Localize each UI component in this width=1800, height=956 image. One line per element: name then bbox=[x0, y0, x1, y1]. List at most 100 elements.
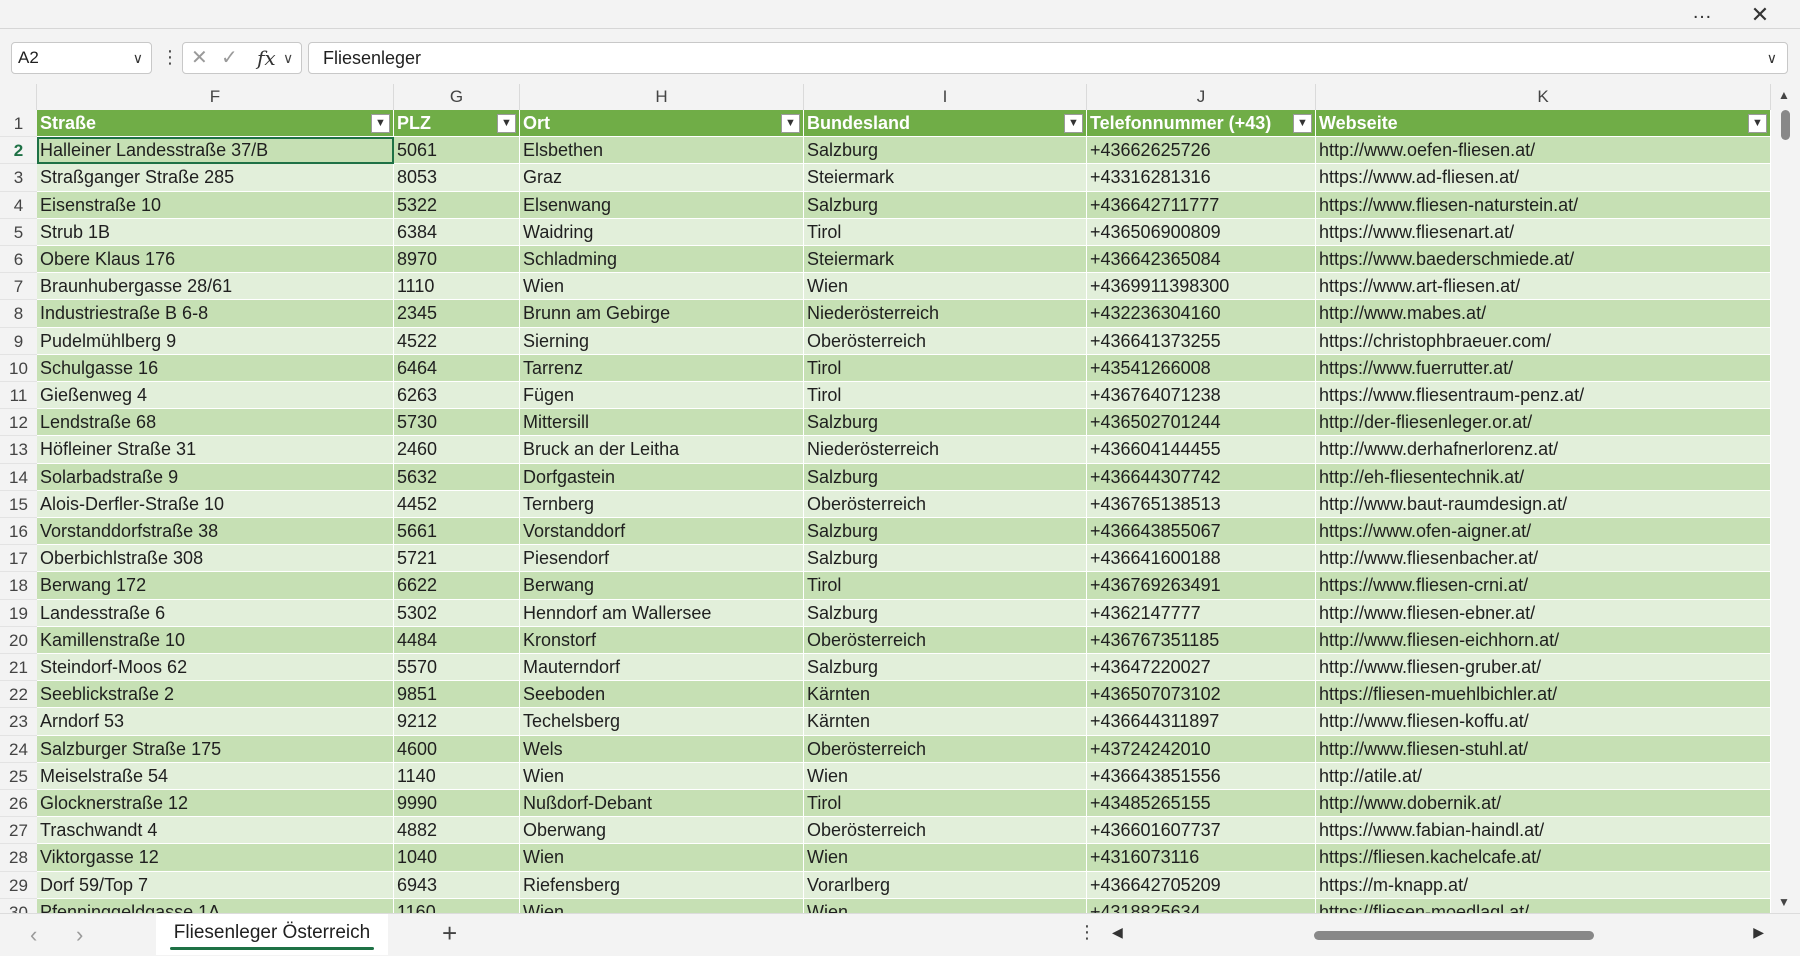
table-cell[interactable]: Mittersill bbox=[520, 409, 804, 437]
table-cell[interactable]: 5730 bbox=[394, 409, 520, 437]
table-cell[interactable]: 2345 bbox=[394, 300, 520, 328]
table-cell[interactable]: 9990 bbox=[394, 790, 520, 818]
filter-dropdown-icon[interactable]: ▼ bbox=[781, 114, 800, 133]
row-number[interactable]: 5 bbox=[0, 218, 37, 246]
table-cell[interactable]: Oberwang bbox=[520, 817, 804, 845]
table-cell[interactable]: Steiermark bbox=[804, 164, 1087, 192]
table-cell[interactable]: Traschwandt 4 bbox=[37, 817, 394, 845]
table-cell[interactable]: Salzburger Straße 175 bbox=[37, 735, 394, 763]
row-number[interactable]: 17 bbox=[0, 545, 37, 573]
header-cell[interactable]: Telefonnummer (+43) ▼ bbox=[1087, 110, 1316, 138]
column-header-j[interactable]: J bbox=[1087, 84, 1316, 110]
table-cell[interactable]: http://www.baut-raumdesign.at/ bbox=[1316, 490, 1771, 518]
table-cell[interactable]: +436601607737 bbox=[1087, 817, 1316, 845]
table-cell[interactable]: +436765138513 bbox=[1087, 490, 1316, 518]
header-cell[interactable]: Webseite ▼ bbox=[1316, 110, 1771, 138]
table-cell[interactable]: Pfenninggeldgasse 1A bbox=[37, 898, 394, 913]
table-cell[interactable]: http://www.fliesen-gruber.at/ bbox=[1316, 654, 1771, 682]
row-number[interactable]: 10 bbox=[0, 354, 37, 382]
table-cell[interactable]: Alois-Derfler-Straße 10 bbox=[37, 490, 394, 518]
table-cell[interactable]: Salzburg bbox=[804, 654, 1087, 682]
table-cell[interactable]: http://www.fliesen-koffu.at/ bbox=[1316, 708, 1771, 736]
check-icon[interactable]: ✓ bbox=[221, 43, 238, 73]
table-cell[interactable]: https://christophbraeuer.com/ bbox=[1316, 327, 1771, 355]
table-cell[interactable]: Sierning bbox=[520, 327, 804, 355]
table-cell[interactable]: Mauterndorf bbox=[520, 654, 804, 682]
table-cell[interactable]: Steiermark bbox=[804, 246, 1087, 274]
column-header-i[interactable]: I bbox=[804, 84, 1087, 110]
table-cell[interactable]: Viktorgasse 12 bbox=[37, 844, 394, 872]
table-cell[interactable]: +4316073116 bbox=[1087, 844, 1316, 872]
column-header-f[interactable]: F bbox=[37, 84, 394, 110]
vertical-scrollbar[interactable]: ▲ ▼ bbox=[1771, 84, 1800, 913]
table-cell[interactable]: 5322 bbox=[394, 191, 520, 219]
table-cell[interactable]: Wien bbox=[520, 762, 804, 790]
header-cell[interactable]: Ort ▼ bbox=[520, 110, 804, 138]
table-cell[interactable]: Obere Klaus 176 bbox=[37, 246, 394, 274]
table-cell[interactable]: Nußdorf-Debant bbox=[520, 790, 804, 818]
row-number[interactable]: 22 bbox=[0, 681, 37, 709]
table-cell[interactable]: Wien bbox=[804, 898, 1087, 913]
table-cell[interactable]: +43662625726 bbox=[1087, 137, 1316, 165]
table-cell[interactable]: Salzburg bbox=[804, 409, 1087, 437]
table-cell[interactable]: http://eh-fliesentechnik.at/ bbox=[1316, 463, 1771, 491]
table-cell[interactable]: 6464 bbox=[394, 354, 520, 382]
table-cell[interactable]: Höfleiner Straße 31 bbox=[37, 436, 394, 464]
row-number[interactable]: 29 bbox=[0, 871, 37, 899]
table-cell[interactable]: https://www.fliesenart.at/ bbox=[1316, 218, 1771, 246]
table-cell[interactable]: Wien bbox=[804, 273, 1087, 301]
table-cell[interactable]: Graz bbox=[520, 164, 804, 192]
table-cell[interactable]: http://www.fliesen-stuhl.at/ bbox=[1316, 735, 1771, 763]
table-cell[interactable]: Waidring bbox=[520, 218, 804, 246]
table-cell[interactable]: Piesendorf bbox=[520, 545, 804, 573]
row-number[interactable]: 3 bbox=[0, 164, 37, 192]
table-cell[interactable]: 5061 bbox=[394, 137, 520, 165]
table-cell[interactable]: Salzburg bbox=[804, 191, 1087, 219]
row-number[interactable]: 12 bbox=[0, 409, 37, 437]
more-options-icon[interactable]: … bbox=[1684, 0, 1720, 29]
header-cell[interactable]: PLZ ▼ bbox=[394, 110, 520, 138]
table-cell[interactable]: https://fliesen.kachelcafe.at/ bbox=[1316, 844, 1771, 872]
table-cell[interactable]: https://www.baederschmiede.at/ bbox=[1316, 246, 1771, 274]
scroll-up-icon[interactable]: ▲ bbox=[1778, 88, 1790, 102]
table-cell[interactable]: Salzburg bbox=[804, 518, 1087, 546]
table-cell[interactable]: https://www.ad-fliesen.at/ bbox=[1316, 164, 1771, 192]
row-number[interactable]: 30 bbox=[0, 898, 37, 913]
table-cell[interactable]: Bruck an der Leitha bbox=[520, 436, 804, 464]
table-cell[interactable]: Niederösterreich bbox=[804, 300, 1087, 328]
table-cell[interactable]: +436643855067 bbox=[1087, 518, 1316, 546]
vertical-dots-icon[interactable]: ⋮ bbox=[1078, 922, 1096, 943]
table-cell[interactable]: 6622 bbox=[394, 572, 520, 600]
table-cell[interactable]: 5632 bbox=[394, 463, 520, 491]
table-cell[interactable]: +43485265155 bbox=[1087, 790, 1316, 818]
table-cell[interactable]: Salzburg bbox=[804, 137, 1087, 165]
chevron-down-icon[interactable]: ∨ bbox=[283, 43, 293, 73]
table-cell[interactable]: 4882 bbox=[394, 817, 520, 845]
table-cell[interactable]: 5570 bbox=[394, 654, 520, 682]
table-cell[interactable]: Tarrenz bbox=[520, 354, 804, 382]
table-cell[interactable]: https://www.fabian-haindl.at/ bbox=[1316, 817, 1771, 845]
table-cell[interactable]: +436643851556 bbox=[1087, 762, 1316, 790]
row-number[interactable]: 21 bbox=[0, 654, 37, 682]
chevron-down-icon[interactable]: ∨ bbox=[133, 43, 143, 73]
table-cell[interactable]: Vorstanddorf bbox=[520, 518, 804, 546]
table-cell[interactable]: Elsbethen bbox=[520, 137, 804, 165]
table-cell[interactable]: Tirol bbox=[804, 354, 1087, 382]
header-cell[interactable]: Bundesland ▼ bbox=[804, 110, 1087, 138]
table-cell[interactable]: Kärnten bbox=[804, 708, 1087, 736]
table-cell[interactable]: https://www.fliesen-naturstein.at/ bbox=[1316, 191, 1771, 219]
table-cell[interactable]: Ternberg bbox=[520, 490, 804, 518]
table-cell[interactable]: Pudelmühlberg 9 bbox=[37, 327, 394, 355]
table-cell[interactable]: Oberbichlstraße 308 bbox=[37, 545, 394, 573]
table-cell[interactable]: Salzburg bbox=[804, 463, 1087, 491]
table-cell[interactable]: Tirol bbox=[804, 382, 1087, 410]
table-cell[interactable]: http://der-fliesenleger.or.at/ bbox=[1316, 409, 1771, 437]
row-number[interactable]: 25 bbox=[0, 762, 37, 790]
table-cell[interactable]: Dorf 59/Top 7 bbox=[37, 871, 394, 899]
table-cell[interactable]: Techelsberg bbox=[520, 708, 804, 736]
table-cell[interactable]: https://fliesen-moedlagl.at/ bbox=[1316, 898, 1771, 913]
table-cell[interactable]: +4318825634 bbox=[1087, 898, 1316, 913]
table-cell[interactable]: +43316281316 bbox=[1087, 164, 1316, 192]
table-cell[interactable]: Wien bbox=[804, 762, 1087, 790]
table-cell[interactable]: http://atile.at/ bbox=[1316, 762, 1771, 790]
